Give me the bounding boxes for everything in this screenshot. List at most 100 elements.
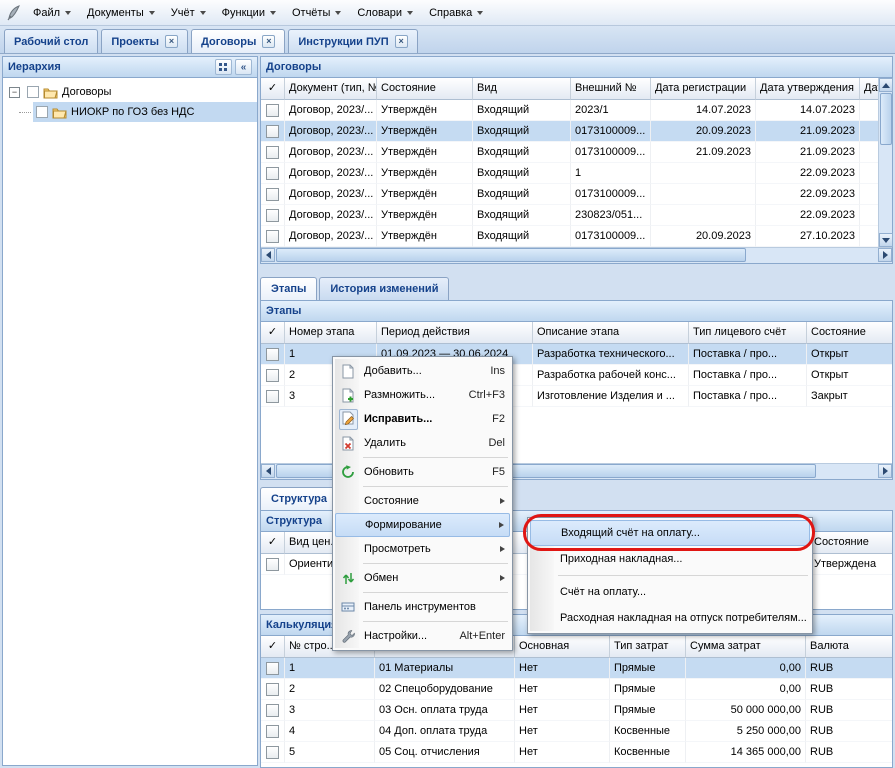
row-checkbox[interactable] — [266, 167, 279, 180]
tab-projects[interactable]: Проекты× — [101, 29, 188, 53]
scroll-thumb[interactable] — [276, 248, 746, 262]
row-checkbox[interactable] — [266, 369, 279, 382]
menu-item-add[interactable]: Добавить... Ins — [335, 359, 510, 383]
menu-item-view[interactable]: Просмотреть — [335, 537, 510, 561]
tree-connector — [19, 112, 31, 113]
scroll-down-button[interactable] — [879, 233, 893, 247]
check-column-header[interactable]: ✓ — [261, 532, 285, 554]
submenu-item-receipt-note[interactable]: Приходная накладная... — [530, 546, 810, 572]
row-checkbox[interactable] — [266, 746, 279, 759]
contract-row[interactable]: Договор, 2023/... Утверждён Входящий 017… — [261, 184, 878, 205]
column-state[interactable]: Состояние — [810, 532, 892, 554]
check-column-header[interactable]: ✓ — [261, 78, 285, 100]
column-document[interactable]: Документ (тип, №... — [285, 78, 377, 100]
row-checkbox[interactable] — [266, 558, 279, 571]
tab-desktop[interactable]: Рабочий стол — [4, 29, 98, 53]
menu-reports[interactable]: Отчёты — [284, 3, 349, 23]
tab-structure[interactable]: Структура — [260, 487, 338, 510]
menu-help[interactable]: Справка — [421, 3, 491, 23]
menu-documents[interactable]: Документы — [79, 3, 163, 23]
menu-accounting[interactable]: Учёт — [163, 3, 214, 23]
row-checkbox[interactable] — [266, 704, 279, 717]
calculation-row[interactable]: 1 01 Материалы Нет Прямые 0,00 RUB — [261, 658, 892, 679]
column-description[interactable]: Описание этапа — [533, 322, 689, 344]
vertical-scrollbar[interactable] — [878, 78, 892, 247]
column-amount[interactable]: Сумма затрат — [686, 636, 806, 658]
row-checkbox[interactable] — [266, 125, 279, 138]
row-checkbox[interactable] — [266, 662, 279, 675]
row-checkbox[interactable] — [266, 348, 279, 361]
scroll-thumb[interactable] — [880, 93, 892, 145]
column-period[interactable]: Период действия — [377, 322, 533, 344]
check-column-header[interactable]: ✓ — [261, 636, 285, 658]
close-icon[interactable]: × — [165, 35, 178, 48]
column-state[interactable]: Состояние — [377, 78, 473, 100]
contract-row[interactable]: Договор, 2023/... Утверждён Входящий 230… — [261, 205, 878, 226]
calculation-row[interactable]: 2 02 Спецоборудование Нет Прямые 0,00 RU… — [261, 679, 892, 700]
menu-functions[interactable]: Функции — [214, 3, 284, 23]
submenu-item-incoming-invoice[interactable]: Входящий счёт на оплату... — [530, 520, 810, 546]
column-reg-date[interactable]: Дата регистрации — [651, 78, 756, 100]
menu-dictionaries[interactable]: Словари — [349, 3, 421, 23]
row-checkbox[interactable] — [266, 683, 279, 696]
menu-item-exchange[interactable]: Обмен — [335, 566, 510, 590]
column-stage-number[interactable]: Номер этапа — [285, 322, 377, 344]
tree-node-niokr[interactable]: НИОКР по ГОЗ без НДС — [3, 102, 257, 122]
submenu-item-payment-invoice[interactable]: Счёт на оплату... — [530, 579, 810, 605]
calculation-row[interactable]: 5 05 Соц. отчисления Нет Косвенные 14 36… — [261, 742, 892, 763]
menu-item-duplicate[interactable]: Размножить... Ctrl+F3 — [335, 383, 510, 407]
menu-item-toolbar[interactable]: Панель инструментов — [335, 595, 510, 619]
calculation-row[interactable]: 3 03 Осн. оплата труда Нет Прямые 50 000… — [261, 700, 892, 721]
hierarchy-settings-button[interactable] — [215, 59, 232, 75]
row-checkbox[interactable] — [266, 188, 279, 201]
row-checkbox[interactable] — [266, 209, 279, 222]
column-state[interactable]: Состояние — [807, 322, 892, 344]
row-checkbox[interactable] — [266, 390, 279, 403]
contract-row[interactable]: Договор, 2023/... Утверждён Входящий 017… — [261, 121, 878, 142]
calculation-row[interactable]: 4 04 Доп. оплата труда Нет Косвенные 5 2… — [261, 721, 892, 742]
collapse-toggle-icon[interactable]: − — [9, 87, 20, 98]
submenu-arrow-icon — [500, 546, 505, 552]
tab-history[interactable]: История изменений — [319, 277, 449, 300]
contract-row[interactable]: Договор, 2023/... Утверждён Входящий 202… — [261, 100, 878, 121]
menu-item-state[interactable]: Состояние — [335, 489, 510, 513]
submenu-item-outgoing-note[interactable]: Расходная накладная на отпуск потребител… — [530, 605, 810, 631]
collapse-panel-button[interactable]: « — [235, 59, 252, 75]
tab-contracts[interactable]: Договоры× — [191, 29, 285, 53]
column-main[interactable]: Основная — [515, 636, 610, 658]
column-kind[interactable]: Вид — [473, 78, 571, 100]
menu-item-formation[interactable]: Формирование — [335, 513, 510, 537]
node-checkbox[interactable] — [36, 106, 48, 118]
tab-instructions[interactable]: Инструкции ПУП× — [288, 29, 417, 53]
column-currency[interactable]: Валюта — [806, 636, 892, 658]
row-checkbox[interactable] — [266, 146, 279, 159]
scroll-right-button[interactable] — [878, 464, 892, 478]
tree-node-contracts[interactable]: − Договоры — [3, 82, 257, 102]
contract-row[interactable]: Договор, 2023/... Утверждён Входящий 017… — [261, 226, 878, 247]
close-icon[interactable]: × — [262, 35, 275, 48]
scroll-left-button[interactable] — [261, 248, 275, 262]
horizontal-scrollbar[interactable] — [261, 247, 892, 263]
contract-row[interactable]: Договор, 2023/... Утверждён Входящий 1 2… — [261, 163, 878, 184]
column-approve-date[interactable]: Дата утверждения — [756, 78, 860, 100]
tab-stages[interactable]: Этапы — [260, 277, 317, 300]
menu-item-settings[interactable]: Настройки... Alt+Enter — [335, 624, 510, 648]
row-checkbox[interactable] — [266, 230, 279, 243]
row-checkbox[interactable] — [266, 104, 279, 117]
node-checkbox[interactable] — [27, 86, 39, 98]
scroll-up-button[interactable] — [879, 78, 893, 92]
scroll-left-button[interactable] — [261, 464, 275, 478]
column-account-type[interactable]: Тип лицевого счёт — [689, 322, 807, 344]
menu-item-delete[interactable]: Удалить Del — [335, 431, 510, 455]
column-date[interactable]: Дата — [860, 78, 878, 100]
contract-row[interactable]: Договор, 2023/... Утверждён Входящий 017… — [261, 142, 878, 163]
menu-file[interactable]: Файл — [25, 3, 79, 23]
row-checkbox[interactable] — [266, 725, 279, 738]
scroll-right-button[interactable] — [878, 248, 892, 262]
menu-item-refresh[interactable]: Обновить F5 — [335, 460, 510, 484]
menu-item-edit[interactable]: Исправить... F2 — [335, 407, 510, 431]
column-cost-type[interactable]: Тип затрат — [610, 636, 686, 658]
close-icon[interactable]: × — [395, 35, 408, 48]
column-external-number[interactable]: Внешний № — [571, 78, 651, 100]
check-column-header[interactable]: ✓ — [261, 322, 285, 344]
